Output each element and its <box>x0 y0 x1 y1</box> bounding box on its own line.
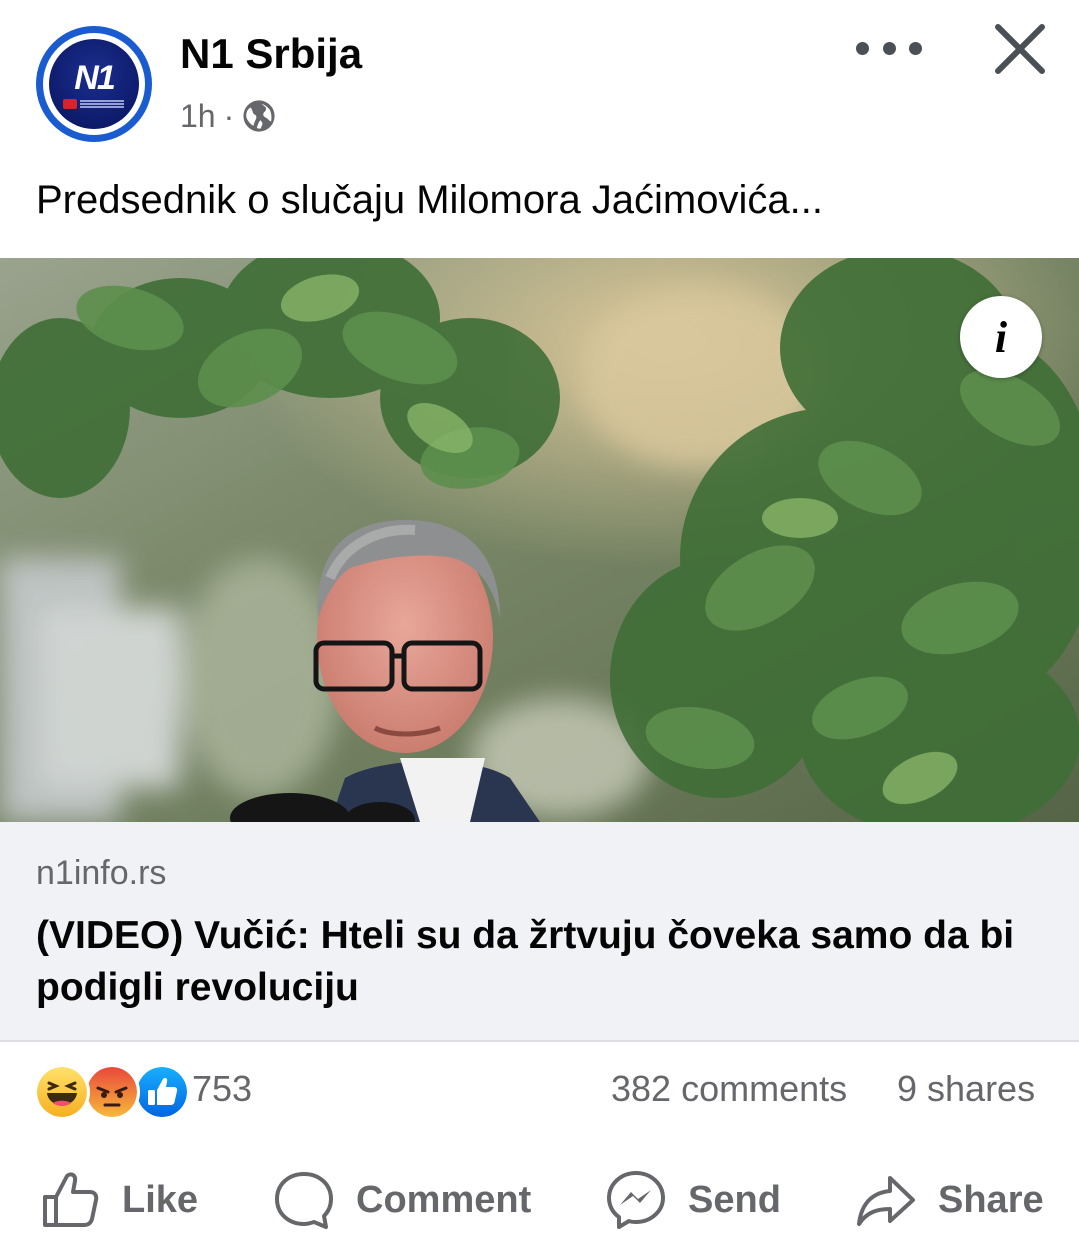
comments-count[interactable]: 382 comments <box>611 1068 847 1110</box>
angry-reaction-icon <box>84 1064 140 1120</box>
divider <box>0 1040 1079 1042</box>
shares-count[interactable]: 9 shares <box>897 1068 1035 1110</box>
link-domain: n1info.rs <box>36 854 167 892</box>
globe-icon <box>243 100 275 132</box>
like-label: Like <box>122 1178 199 1221</box>
share-arrow-icon <box>857 1176 915 1226</box>
comment-label: Comment <box>356 1178 532 1221</box>
like-reaction-icon <box>134 1064 190 1120</box>
link-title[interactable]: (VIDEO) Vučić: Hteli su da žrtvuju čovek… <box>36 910 1046 1014</box>
link-photo <box>0 258 1079 822</box>
page-name[interactable]: N1 Srbija <box>180 30 362 78</box>
reaction-count[interactable]: 753 <box>192 1068 252 1110</box>
post-time[interactable]: 1h <box>180 98 216 135</box>
haha-reaction-icon <box>34 1064 90 1120</box>
meta-separator: · <box>223 97 235 134</box>
avatar[interactable]: N1 <box>36 26 152 142</box>
share-label: Share <box>938 1178 1044 1221</box>
send-button[interactable]: Send <box>606 1160 781 1240</box>
post-meta: 1h · <box>180 96 276 136</box>
post-header: N1 N1 Srbija 1h · <box>0 0 1079 160</box>
avatar-text: N1 <box>74 59 115 97</box>
info-icon[interactable]: i <box>960 296 1042 378</box>
like-button[interactable]: Like <box>40 1160 198 1240</box>
link-image[interactable] <box>0 258 1079 822</box>
send-label: Send <box>688 1178 781 1221</box>
comment-icon <box>275 1172 333 1229</box>
messenger-icon <box>607 1171 665 1229</box>
thumbs-up-icon <box>43 1172 99 1227</box>
post-text: Predsednik o slučaju Milomora Jaćimovića… <box>36 178 823 222</box>
action-bar: Like Comment Send Share <box>0 1160 1079 1240</box>
share-button[interactable]: Share <box>856 1160 1044 1240</box>
more-options-icon[interactable] <box>856 30 922 66</box>
comment-button[interactable]: Comment <box>274 1160 531 1240</box>
close-icon[interactable] <box>990 22 1050 78</box>
n1-logo: N1 <box>49 39 139 129</box>
